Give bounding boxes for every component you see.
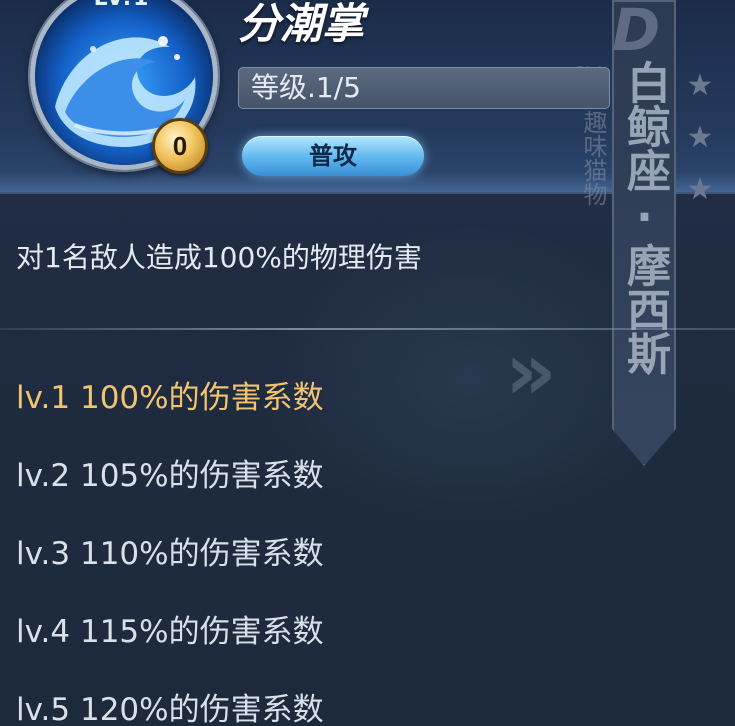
star-rating-icons: ★ ★ ★	[680, 60, 720, 216]
level-item-2: lv.2 105%的伤害系数	[16, 458, 324, 494]
skill-type-tag[interactable]: 普攻	[242, 136, 424, 176]
level-item-3: lv.3 110%的伤害系数	[16, 536, 324, 572]
level-item-1: lv.1 100%的伤害系数	[16, 380, 324, 416]
banner-subtitle: 趣味猫物	[579, 110, 607, 206]
level-list: lv.1 100%的伤害系数 lv.2 105%的伤害系数 lv.3 110%的…	[16, 370, 716, 726]
skill-description: 对1名敌人造成100%的物理伤害	[16, 241, 422, 274]
level-item-4: lv.4 115%的伤害系数	[16, 614, 324, 650]
star-icon: ★	[686, 120, 714, 155]
skill-detail-panel: D 白鲸座·摩西斯 ★ ★ ★ CV 趣味猫物 » LV.1	[0, 0, 735, 726]
star-icon: ★	[686, 172, 714, 207]
upgrade-coin-badge: 0	[152, 118, 208, 174]
coin-value: 0	[172, 130, 188, 161]
banner-letter: D	[612, 0, 661, 64]
section-divider	[0, 328, 735, 330]
skill-level-field: 等级.1/5	[238, 67, 610, 109]
star-icon: ★	[686, 68, 714, 103]
level-item-5: lv.5 120%的伤害系数	[16, 692, 324, 726]
icon-level-text: LV.1	[86, 0, 158, 11]
skill-title: 分潮掌	[238, 0, 365, 48]
